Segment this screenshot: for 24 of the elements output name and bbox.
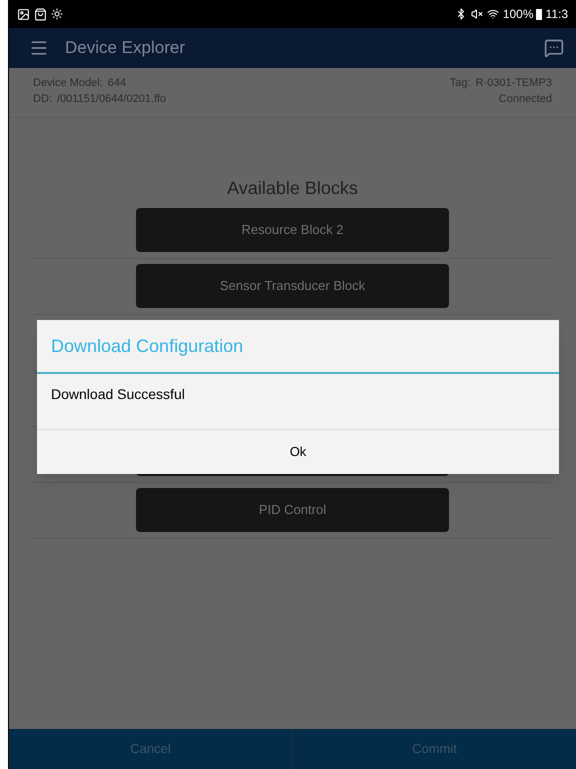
sun-icon xyxy=(51,8,63,20)
image-icon xyxy=(17,8,30,20)
dialog-message: Download Successful xyxy=(50,385,186,404)
app-title: Device Explorer xyxy=(65,37,185,60)
block-button[interactable]: Resource Block 2 xyxy=(136,208,449,252)
battery-icon xyxy=(536,8,542,20)
tag-label: Tag: xyxy=(450,76,471,91)
bottom-bar-button[interactable]: Commit xyxy=(292,729,576,769)
dialog-title: Download Configuration xyxy=(37,320,559,374)
block-button[interactable]: Sensor Transducer Block xyxy=(136,264,449,308)
block-button[interactable]: PID Control xyxy=(136,488,449,532)
tag-value: R-0301-TEMP3 xyxy=(476,76,552,91)
section-heading: Available Blocks xyxy=(226,177,359,200)
model-label: Device Model: xyxy=(33,76,103,91)
bag-icon xyxy=(34,8,47,20)
dd-value: /001151/0644/0201.ffo xyxy=(56,92,166,107)
clock: 11:3 xyxy=(546,6,568,23)
dd-label: DD: xyxy=(33,92,52,107)
chat-icon[interactable] xyxy=(544,38,564,58)
battery-level: 100% xyxy=(502,6,534,23)
bottom-bar-button[interactable]: Cancel xyxy=(9,729,292,769)
mute-icon xyxy=(470,8,483,20)
connection-status: Connected xyxy=(498,92,552,107)
ok-button[interactable]: Ok xyxy=(37,429,559,474)
